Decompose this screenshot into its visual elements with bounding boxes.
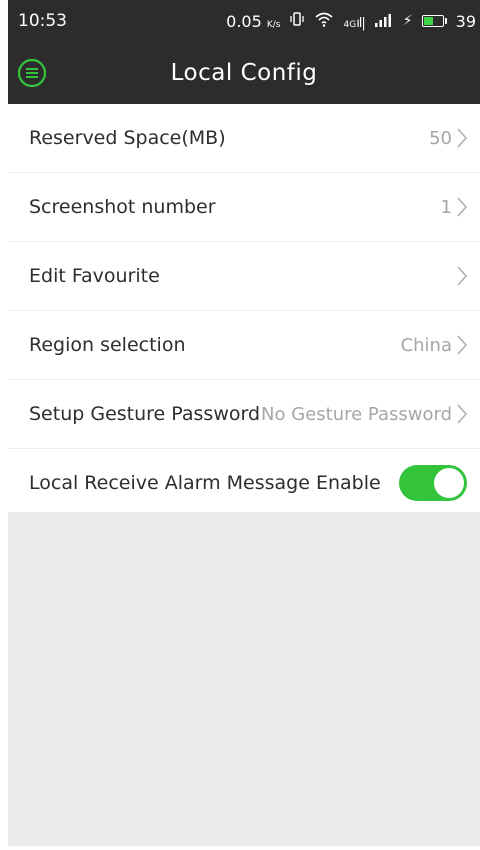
- setting-value: 1: [440, 196, 452, 218]
- battery-icon: [421, 15, 447, 27]
- settings-list: Reserved Space(MB) 50 Screenshot number …: [8, 104, 480, 518]
- setting-value: 50: [429, 127, 452, 149]
- chevron-right-icon: [456, 127, 468, 149]
- setting-edit-favourite[interactable]: Edit Favourite: [8, 242, 480, 311]
- wifi-icon: [314, 11, 334, 31]
- signal-strength-icon: [374, 12, 394, 31]
- app-header: Local Config: [8, 42, 480, 104]
- battery-level: 39: [455, 11, 476, 31]
- alarm-enable-toggle[interactable]: [399, 465, 467, 501]
- menu-button[interactable]: [16, 57, 48, 89]
- empty-area: [8, 512, 480, 846]
- page-title: Local Config: [170, 60, 318, 86]
- net-speed: 0.05 K/s: [226, 11, 281, 31]
- setting-label: Local Receive Alarm Message Enable: [29, 472, 381, 494]
- setting-alarm-message: Local Receive Alarm Message Enable: [8, 449, 480, 518]
- setting-label: Reserved Space(MB): [29, 127, 226, 149]
- vibrate-icon: [289, 11, 305, 31]
- setting-value: China: [400, 334, 452, 356]
- setting-label: Setup Gesture Password: [29, 403, 261, 425]
- setting-region-selection[interactable]: Region selection China: [8, 311, 480, 380]
- app-screen: 10:53 0.05 K/s 4Gıl| ⚡ 39 Local Config R…: [0, 0, 480, 850]
- setting-screenshot-number[interactable]: Screenshot number 1: [8, 173, 480, 242]
- toggle-knob: [434, 468, 464, 498]
- charging-icon: ⚡: [402, 13, 413, 29]
- chevron-right-icon: [456, 265, 468, 287]
- setting-reserved-space[interactable]: Reserved Space(MB) 50: [8, 104, 480, 173]
- chevron-right-icon: [456, 334, 468, 356]
- menu-circle-icon: [17, 58, 47, 88]
- chevron-right-icon: [456, 196, 468, 218]
- setting-label: Screenshot number: [29, 196, 216, 218]
- setting-gesture-password[interactable]: Setup Gesture Password No Gesture Passwo…: [8, 380, 480, 449]
- signal-4g-icon: 4Gıl|: [343, 15, 365, 31]
- status-indicators: 0.05 K/s 4Gıl| ⚡ 39: [226, 11, 476, 31]
- setting-value: No Gesture Password: [261, 403, 452, 425]
- setting-label: Region selection: [29, 334, 186, 356]
- setting-label: Edit Favourite: [29, 265, 160, 287]
- status-bar: 10:53 0.05 K/s 4Gıl| ⚡ 39: [8, 0, 480, 42]
- chevron-right-icon: [456, 403, 468, 425]
- status-time: 10:53: [18, 11, 67, 31]
